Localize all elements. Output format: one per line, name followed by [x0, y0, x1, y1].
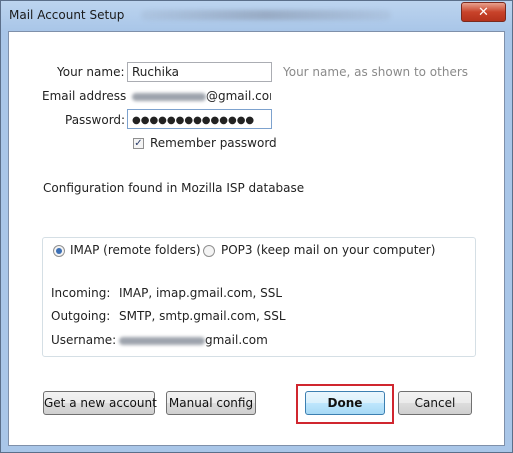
- redacted-username: [119, 336, 205, 345]
- name-field[interactable]: Ruchika: [127, 62, 272, 82]
- password-masked-value: ●●●●●●●●●●●●●●: [132, 115, 255, 126]
- dialog-body: Your name: Ruchika Your name, as shown t…: [8, 31, 505, 446]
- email-label: Email address:: [42, 89, 131, 103]
- password-label: Password:: [65, 113, 126, 127]
- name-hint: Your name, as shown to others: [283, 65, 469, 79]
- window-title: Mail Account Setup: [9, 8, 125, 22]
- manual-config-button[interactable]: Manual config: [166, 391, 256, 415]
- cancel-button[interactable]: Cancel: [398, 391, 472, 415]
- incoming-value: IMAP, imap.gmail.com, SSL: [119, 286, 283, 300]
- remember-password-checkbox[interactable]: ✓: [133, 138, 144, 149]
- outgoing-value: SMTP, smtp.gmail.com, SSL: [119, 309, 286, 323]
- name-value: Ruchika: [132, 65, 180, 79]
- redacted-email-user: [132, 92, 206, 101]
- outgoing-label: Outgoing:: [51, 309, 111, 323]
- config-status-text: Configuration found in Mozilla ISP datab…: [43, 181, 305, 195]
- redacted-title-text: [141, 10, 391, 20]
- email-domain: @gmail.com: [206, 89, 271, 103]
- incoming-label: Incoming:: [51, 286, 111, 300]
- pop3-radio[interactable]: [203, 245, 215, 257]
- imap-label: IMAP (remote folders): [70, 243, 201, 257]
- title-bar[interactable]: Mail Account Setup ✕: [1, 1, 512, 31]
- email-field[interactable]: @gmail.com: [127, 86, 272, 106]
- close-button[interactable]: ✕: [461, 2, 506, 22]
- name-label: Your name:: [57, 65, 125, 79]
- remember-password-label: Remember password: [150, 136, 277, 150]
- mail-account-setup-window: Mail Account Setup ✕ Your name: Ruchika …: [0, 0, 513, 453]
- checkmark-icon: ✓: [134, 138, 143, 149]
- imap-radio[interactable]: [53, 245, 65, 257]
- get-new-account-button[interactable]: Get a new account: [43, 391, 157, 415]
- username-label: Username:: [51, 333, 117, 347]
- close-icon: ✕: [478, 5, 489, 20]
- done-button[interactable]: Done: [305, 391, 385, 415]
- username-value: gmail.com: [119, 333, 268, 347]
- password-field[interactable]: ●●●●●●●●●●●●●●: [127, 109, 272, 129]
- pop3-label: POP3 (keep mail on your computer): [221, 243, 436, 257]
